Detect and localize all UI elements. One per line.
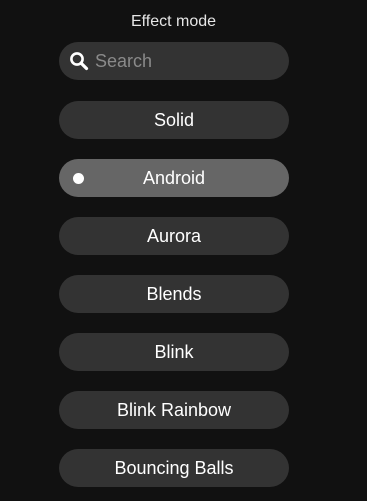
effect-list: Solid Android Aurora Blends Blink Blink … xyxy=(59,101,289,501)
effect-item-label: Bouncing Balls xyxy=(114,458,234,478)
search-input[interactable] xyxy=(95,42,279,80)
effect-item-label: Android xyxy=(142,168,206,188)
effect-mode-panel: Effect mode Solid Android Aurora Blends … xyxy=(0,0,367,501)
effect-item-label: Aurora xyxy=(146,226,202,246)
effect-item-label: Blink xyxy=(154,342,194,362)
effect-item-blends[interactable]: Blends xyxy=(59,275,289,313)
search-icon xyxy=(69,51,89,71)
effect-item-android[interactable]: Android xyxy=(59,159,289,197)
search-box[interactable] xyxy=(59,42,289,80)
effect-item-blink[interactable]: Blink xyxy=(59,333,289,371)
effect-item-bouncing-balls[interactable]: Bouncing Balls xyxy=(59,449,289,487)
panel-title: Effect mode xyxy=(130,13,217,30)
effect-item-aurora[interactable]: Aurora xyxy=(59,217,289,255)
effect-item-label: Blends xyxy=(146,284,202,304)
effect-item-solid[interactable]: Solid xyxy=(59,101,289,139)
effect-item-blink-rainbow[interactable]: Blink Rainbow xyxy=(59,391,289,429)
effect-item-label: Blink Rainbow xyxy=(116,400,232,420)
selected-indicator-dot xyxy=(73,173,84,184)
effect-item-label: Solid xyxy=(153,110,195,130)
